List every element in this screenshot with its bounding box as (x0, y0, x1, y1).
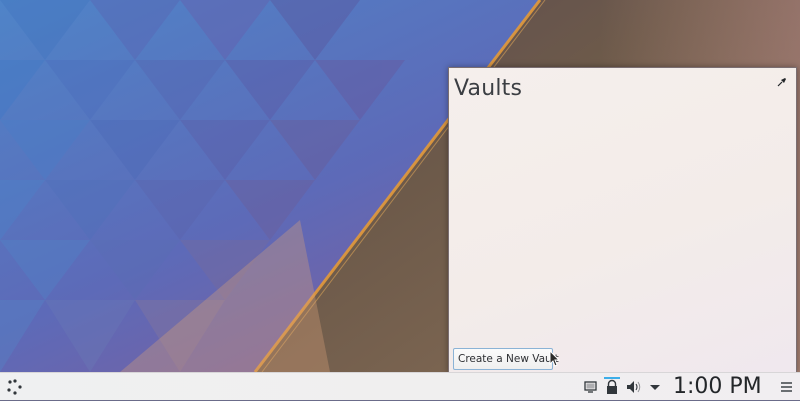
pin-icon[interactable] (777, 77, 787, 87)
application-launcher-icon[interactable] (6, 378, 24, 396)
panel-menu-icon[interactable] (781, 381, 792, 393)
vaults-popup: Vaults Create a New Vault (448, 67, 797, 373)
taskbar-panel: 1:00 PM (0, 372, 800, 400)
mouse-cursor-icon (549, 350, 561, 367)
digital-clock[interactable]: 1:00 PM (673, 373, 762, 401)
volume-icon[interactable] (625, 377, 641, 397)
expand-arrow-icon[interactable] (647, 377, 663, 397)
network-icon[interactable] (583, 377, 599, 397)
create-vault-button[interactable]: Create a New Vault (453, 348, 559, 370)
vaults-lock-icon[interactable] (604, 377, 620, 397)
popup-title: Vaults (454, 76, 523, 101)
